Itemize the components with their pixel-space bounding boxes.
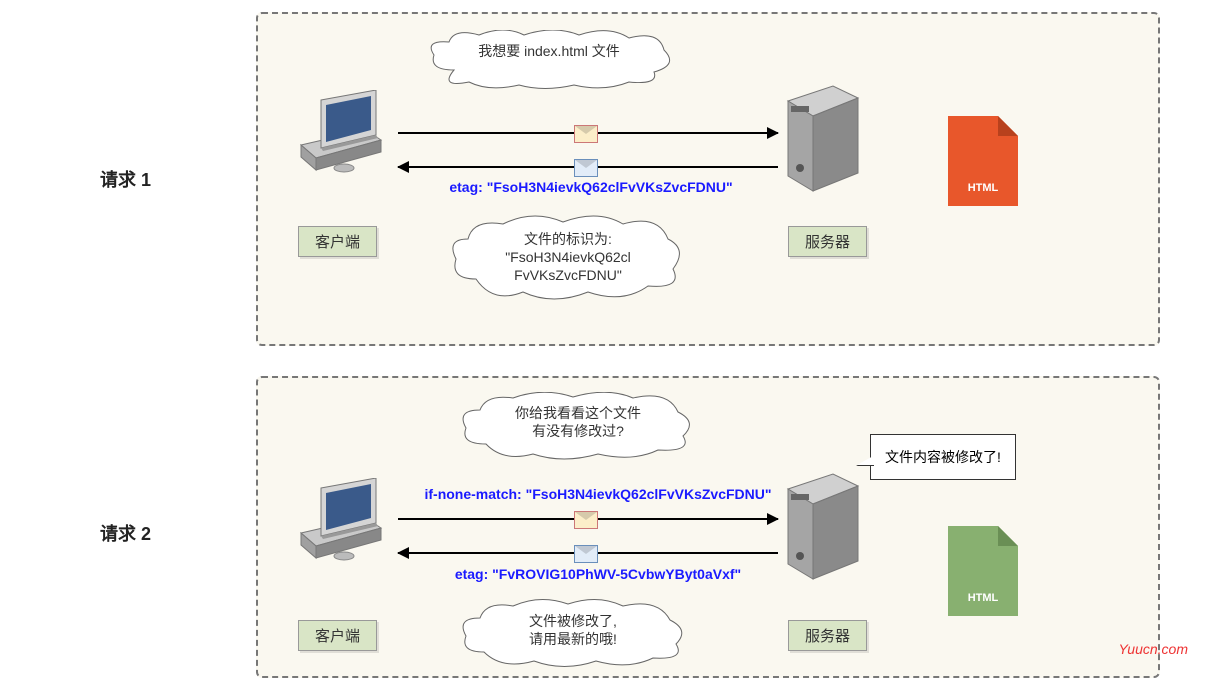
file-badge: HTML	[948, 182, 1018, 194]
envelope-icon	[574, 511, 598, 529]
server-icon	[778, 464, 868, 584]
etag-header-req1: etag: "FsoH3N4ievkQ62clFvVKsZvcFDNU"	[391, 179, 791, 195]
cloud-line: FvVKsZvcFDNU"	[456, 266, 680, 284]
envelope-icon	[574, 545, 598, 563]
cloud-line: 请用最新的哦!	[466, 630, 680, 648]
cloud-line: 文件的标识为:	[456, 230, 680, 248]
cloud-req1-top: 我想要 index.html 文件	[424, 30, 674, 90]
server-label: 服务器	[788, 620, 867, 651]
cloud-req2-top: 你给我看看这个文件 有没有修改过?	[458, 392, 698, 460]
request1-title: 请求 1	[100, 166, 151, 192]
client-label: 客户端	[298, 226, 377, 257]
cloud-line: 文件被修改了,	[466, 612, 680, 630]
file-icon-green: HTML	[948, 526, 1018, 616]
if-none-match-header: if-none-match: "FsoH3N4ievkQ62clFvVKsZvc…	[383, 486, 813, 502]
diagram-root: 请求 1 我想要 index.html 文件 etag: "FsoH3N4iev…	[0, 0, 1206, 689]
etag-header-req2: etag: "FvROVIG10PhWV-5CvbwYByt0aVxf"	[398, 566, 798, 582]
panel-request2: 你给我看看这个文件 有没有修改过? if-none-match: "FsoH3N…	[256, 376, 1160, 678]
cloud-req2-bottom: 文件被修改了, 请用最新的哦!	[458, 598, 688, 668]
cloud-line: 有没有修改过?	[466, 422, 690, 440]
server-icon	[778, 76, 868, 196]
file-badge: HTML	[948, 592, 1018, 604]
speech-bubble: 文件内容被修改了!	[870, 434, 1016, 480]
cloud-line: "FsoH3N4ievkQ62cl	[456, 248, 680, 266]
panel-request1: 我想要 index.html 文件 etag: "FsoH3N4ievkQ62c…	[256, 12, 1160, 346]
cloud-req1-bottom: 文件的标识为: "FsoH3N4ievkQ62cl FvVKsZvcFDNU"	[448, 214, 688, 304]
cloud-req1-top-text: 我想要 index.html 文件	[424, 30, 674, 72]
envelope-icon	[574, 159, 598, 177]
computer-icon	[286, 478, 396, 578]
request2-title: 请求 2	[100, 520, 151, 546]
server-label: 服务器	[788, 226, 867, 257]
file-icon-orange: HTML	[948, 116, 1018, 206]
computer-icon	[286, 90, 396, 190]
envelope-icon	[574, 125, 598, 143]
cloud-line: 你给我看看这个文件	[466, 404, 690, 422]
client-label: 客户端	[298, 620, 377, 651]
watermark: Yuucn.com	[1118, 641, 1188, 657]
